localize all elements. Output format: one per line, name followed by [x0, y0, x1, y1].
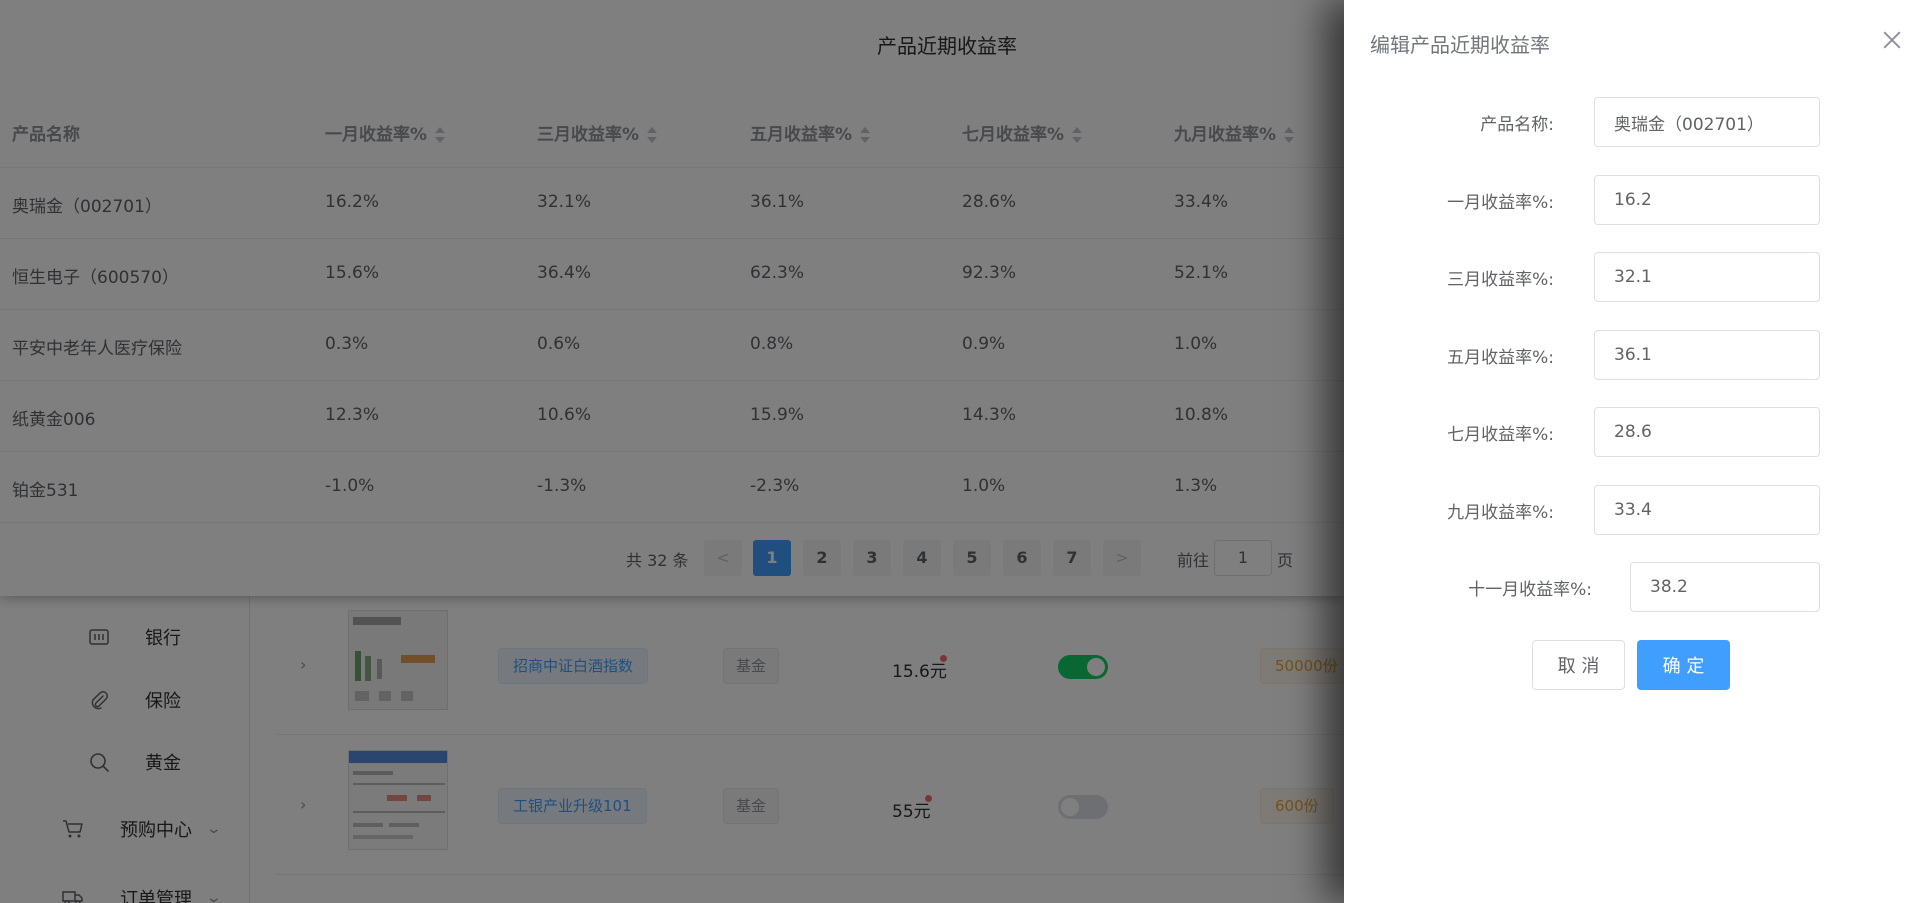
may-return-input[interactable] — [1594, 330, 1820, 380]
form-item-jul: 七月收益率%: — [1344, 407, 1920, 457]
form-item-sep: 九月收益率%: — [1344, 485, 1920, 535]
product-name-input[interactable] — [1594, 97, 1820, 147]
drawer-title: 编辑产品近期收益率 — [1370, 33, 1550, 57]
form-item-may: 五月收益率%: — [1344, 330, 1920, 380]
field-label: 九月收益率%: — [1447, 503, 1554, 523]
field-label: 产品名称: — [1480, 115, 1554, 135]
edit-returns-drawer: 编辑产品近期收益率 产品名称: 一月收益率%: 三月收益率%: 五月收益率%: … — [1344, 0, 1920, 903]
jan-return-input[interactable] — [1594, 175, 1820, 225]
nov-return-input[interactable] — [1630, 562, 1820, 612]
jul-return-input[interactable] — [1594, 407, 1820, 457]
confirm-button[interactable]: 确 定 — [1637, 640, 1730, 690]
form-item-jan: 一月收益率%: — [1344, 175, 1920, 225]
form-item-mar: 三月收益率%: — [1344, 252, 1920, 302]
field-label: 七月收益率%: — [1447, 425, 1554, 445]
field-label: 十一月收益率%: — [1468, 580, 1592, 600]
cancel-button[interactable]: 取 消 — [1532, 640, 1625, 690]
form-item-product-name: 产品名称: — [1344, 97, 1920, 147]
field-label: 一月收益率%: — [1447, 193, 1554, 213]
mar-return-input[interactable] — [1594, 252, 1820, 302]
sep-return-input[interactable] — [1594, 485, 1820, 535]
field-label: 五月收益率%: — [1447, 348, 1554, 368]
form-item-nov: 十一月收益率%: — [1344, 562, 1920, 612]
field-label: 三月收益率%: — [1447, 270, 1554, 290]
close-icon[interactable] — [1880, 28, 1904, 52]
